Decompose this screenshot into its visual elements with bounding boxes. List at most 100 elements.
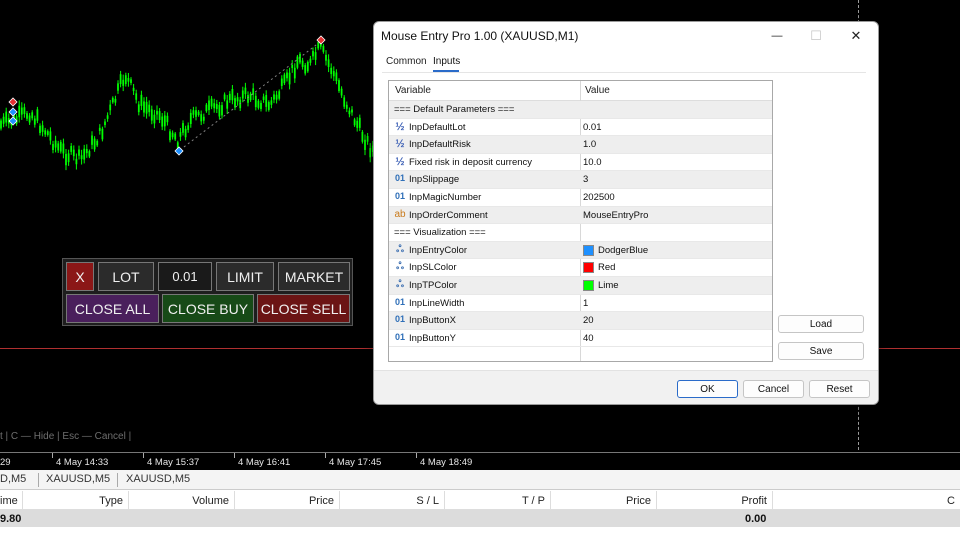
color-swatch[interactable] [583, 244, 594, 256]
variable-value[interactable]: 1 [583, 298, 588, 309]
variable-value[interactable]: 1.0 [583, 139, 596, 150]
close-buy-button[interactable]: CLOSE BUY [162, 294, 254, 323]
candle-body [231, 88, 234, 101]
column-header[interactable]: S / L [340, 491, 445, 510]
column-header[interactable]: C [773, 491, 960, 510]
tab-inputs[interactable]: Inputs [433, 56, 460, 67]
save-button[interactable]: Save [778, 342, 864, 360]
candle-body [54, 140, 57, 148]
candle-body [260, 102, 262, 109]
variable-value[interactable]: DodgerBlue [598, 245, 648, 256]
grid-param-row[interactable]: 01 InpLineWidth 1 [389, 295, 772, 313]
grid-param-row[interactable]: ½ Fixed risk in deposit currency 10.0 [389, 154, 772, 172]
grid-section-row[interactable]: === Visualization === [389, 224, 772, 242]
variable-value[interactable]: 10.0 [583, 157, 602, 168]
chart-tab[interactable]: D,M5 [0, 473, 26, 485]
candle-body [322, 45, 325, 52]
variable-value[interactable]: Red [598, 262, 615, 273]
variable-name: Fixed risk in deposit currency [409, 156, 533, 168]
candle-body [195, 110, 197, 117]
candle-body [75, 158, 78, 165]
variable-value[interactable]: 40 [583, 333, 594, 344]
grid-param-row[interactable]: ½ InpDefaultRisk 1.0 [389, 136, 772, 154]
dialog-titlebar[interactable]: Mouse Entry Pro 1.00 (XAUUSD,M1) — ☐ ✕ [374, 22, 878, 50]
cancel-button[interactable]: Cancel [743, 380, 804, 398]
candle-body [114, 98, 117, 103]
grid-param-row[interactable]: ab InpOrderComment MouseEntryPro [389, 206, 772, 225]
candle-body [104, 121, 106, 125]
candle-body [93, 138, 96, 150]
color-swatch[interactable] [583, 262, 594, 274]
variable-name: InpEntryColor [409, 244, 468, 256]
close-sell-button[interactable]: CLOSE SELL [257, 294, 350, 323]
dialog-title: Mouse Entry Pro 1.00 (XAUUSD,M1) [381, 29, 579, 43]
grid-param-row[interactable]: 01 InpSlippage 3 [389, 171, 772, 189]
close-all-button[interactable]: CLOSE ALL [66, 294, 159, 323]
lot-value-field[interactable]: 0.01 [158, 262, 212, 291]
candle-body [223, 94, 226, 100]
candle-body [49, 131, 52, 141]
variable-value[interactable]: 20 [583, 315, 594, 326]
candle-body [332, 71, 335, 77]
grid-param-row[interactable]: ஃ InpTPColor Lime [389, 277, 772, 295]
grid-param-row[interactable]: ஃ InpEntryColor DodgerBlue [389, 241, 772, 260]
variable-value[interactable]: 3 [583, 174, 588, 185]
candle-body [145, 101, 148, 114]
column-header[interactable]: Price [235, 491, 340, 510]
candle-body [296, 56, 299, 68]
candle-body [348, 110, 351, 115]
candle-body [275, 94, 278, 100]
grid-param-row[interactable]: ½ InpDefaultLot 0.01 [389, 119, 772, 137]
chart-tab[interactable]: XAUUSD,M5 [46, 473, 110, 485]
int-type-icon: 01 [394, 296, 405, 307]
column-header[interactable]: Profit [657, 491, 773, 510]
column-header[interactable]: Volume [129, 491, 235, 510]
grid-param-row[interactable]: 01 InpButtonX 20 [389, 312, 772, 330]
candle-body [309, 58, 312, 63]
variable-value[interactable]: Lime [598, 280, 619, 291]
variable-value[interactable]: 0.01 [583, 122, 602, 133]
variable-value[interactable]: MouseEntryPro [583, 210, 648, 221]
variable-column-header[interactable]: Variable [395, 85, 431, 96]
grid-param-row[interactable]: 01 InpMagicNumber 202500 [389, 189, 772, 207]
lot-mode-button[interactable]: LOT [98, 262, 154, 291]
candle-body [106, 115, 109, 119]
limit-order-button[interactable]: LIMIT [216, 262, 274, 291]
candle-body [26, 113, 28, 119]
inputs-grid: Variable Value === Default Parameters ==… [388, 80, 773, 362]
int-type-icon: 01 [394, 173, 405, 184]
reset-button[interactable]: Reset [809, 380, 870, 398]
grid-param-row[interactable]: 01 InpButtonY 40 [389, 330, 772, 348]
time-label: 4 May 14:33 [56, 457, 109, 468]
candle-body [148, 104, 151, 113]
candle-body [325, 54, 327, 61]
column-header[interactable]: ime [0, 491, 23, 510]
candle-body [5, 111, 8, 123]
balance-row[interactable]: 9.80 0.00 [0, 510, 960, 527]
candle-body [109, 104, 112, 111]
column-header[interactable]: T / P [445, 491, 551, 510]
minimize-icon[interactable]: — [762, 25, 792, 47]
variable-value[interactable]: 202500 [583, 192, 615, 203]
chart-tabs: D,M5 XAUUSD,M5 XAUUSD,M5 [0, 470, 960, 490]
candle-body [169, 131, 171, 141]
tab-common[interactable]: Common [386, 56, 427, 67]
candle-body [234, 98, 236, 108]
ok-button[interactable]: OK [677, 380, 738, 398]
market-order-button[interactable]: MARKET [278, 262, 350, 291]
value-column-header[interactable]: Value [585, 85, 610, 96]
load-button[interactable]: Load [778, 315, 864, 333]
grid-section-row[interactable]: === Default Parameters === [389, 101, 772, 119]
color-swatch[interactable] [583, 280, 594, 291]
candle-body [262, 96, 265, 100]
close-panel-button[interactable]: X [66, 262, 94, 291]
close-icon[interactable]: ✕ [841, 25, 871, 47]
column-header[interactable]: Type [23, 491, 129, 510]
grid-param-row[interactable]: ஃ InpSLColor Red [389, 259, 772, 277]
candle-body [124, 75, 127, 85]
candle-body [340, 88, 343, 96]
candle-body [39, 125, 41, 133]
column-header[interactable]: Price [551, 491, 657, 510]
chart-tab[interactable]: XAUUSD,M5 [126, 473, 190, 485]
candle-body [366, 136, 369, 142]
